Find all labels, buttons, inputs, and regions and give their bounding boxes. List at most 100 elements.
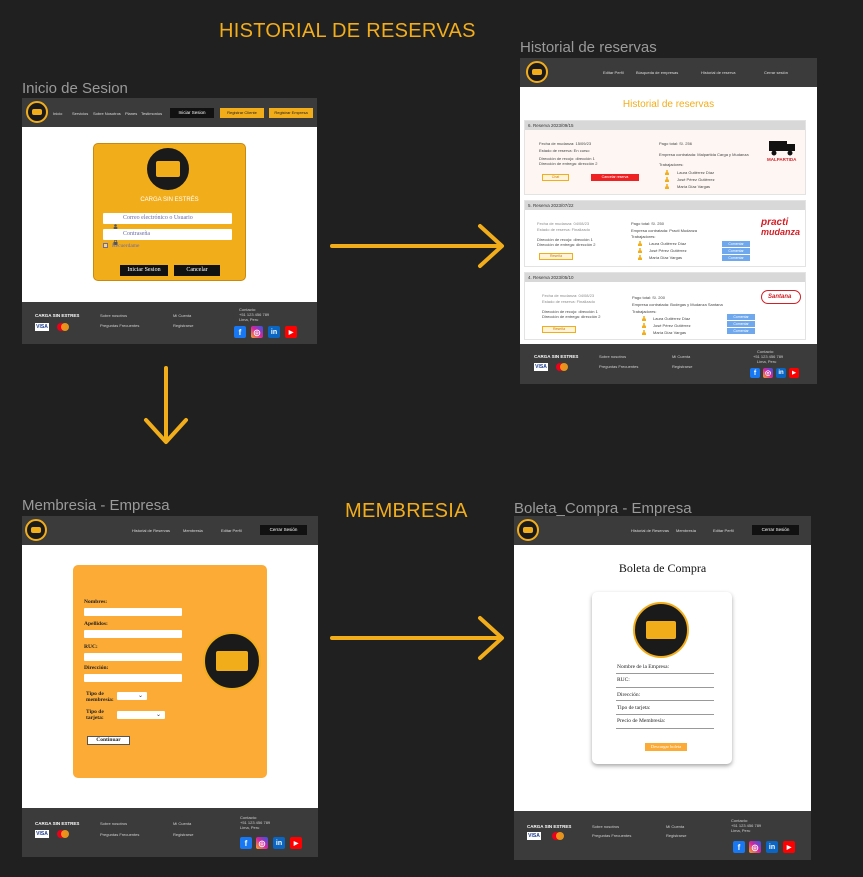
nav-membresia[interactable]: Membresía — [676, 528, 696, 533]
footer-register-link[interactable]: Registrarse — [666, 833, 686, 838]
password-field[interactable]: Contraseña — [103, 229, 232, 245]
nav-editar-perfil[interactable]: Editar Perfil — [221, 528, 242, 533]
instagram-icon[interactable]: ◎ — [749, 841, 761, 853]
continuar-button[interactable]: Continuar — [87, 736, 130, 745]
fecha-mudanza: Fecha de mudanza: 04/08/23 — [537, 221, 590, 226]
registrar-cliente-button[interactable]: Registrar Cliente — [220, 108, 264, 118]
footer-faq-link[interactable]: Preguntas Frecuentes — [100, 323, 139, 328]
linkedin-icon[interactable]: in — [776, 368, 786, 378]
footer-faq-link[interactable]: Preguntas Frecuentes — [100, 832, 139, 837]
logout-button[interactable]: Cerrar Sesión — [752, 525, 799, 535]
chevron-down-icon: ⌄ — [156, 712, 162, 718]
youtube-icon[interactable]: ▶ — [285, 326, 297, 338]
youtube-icon[interactable]: ▶ — [290, 837, 302, 849]
descargar-boleta-button[interactable]: Descargar boleta — [645, 743, 687, 751]
nav-servicios[interactable]: Servicios — [72, 111, 88, 116]
footer-about-link[interactable]: Sobre nosotros — [599, 354, 626, 359]
footer-register-link[interactable]: Registrarse — [173, 323, 193, 328]
linkedin-icon[interactable]: in — [766, 841, 778, 853]
nav-planes[interactable]: Planes — [125, 111, 137, 116]
ruc-value — [616, 687, 714, 688]
footer-register-link[interactable]: Registrarse — [672, 364, 692, 369]
password-placeholder: Contraseña — [123, 231, 150, 237]
remember-checkbox[interactable] — [103, 243, 108, 248]
linkedin-icon[interactable]: in — [268, 326, 280, 338]
brand-logo[interactable] — [517, 519, 539, 541]
comentar-button[interactable]: Comentar — [722, 241, 750, 247]
tipo-tarjeta-select[interactable]: ⌄ — [117, 711, 165, 719]
facebook-icon[interactable]: f — [234, 326, 246, 338]
section-title-membresia: MEMBRESIA — [345, 500, 468, 522]
facebook-icon[interactable]: f — [733, 841, 745, 853]
footer-brand: CARGA SIN ESTRES — [527, 824, 572, 829]
tipo-membresia-select[interactable]: ⌄ — [117, 692, 147, 700]
nav-historial[interactable]: Historial de reserva — [701, 70, 735, 75]
nombres-input[interactable] — [84, 608, 182, 616]
nav-membresia[interactable]: Membresia — [183, 528, 203, 533]
brand-logo[interactable] — [526, 61, 548, 83]
youtube-icon[interactable]: ▶ — [783, 841, 795, 853]
cancel-button[interactable]: Cancelar — [174, 265, 220, 276]
resena-button[interactable]: Reseña — [539, 253, 573, 260]
nav-cerrar-sesion[interactable]: Cerrar sesión — [764, 70, 788, 75]
facebook-icon[interactable]: f — [750, 368, 760, 378]
membresia-card: Nombres: Apellidos: RUC: Dirección: Tipo… — [73, 565, 267, 778]
brand-logo[interactable] — [25, 519, 47, 541]
comentar-button[interactable]: Comentar — [727, 321, 755, 327]
ruc-label: RUC: — [617, 677, 630, 683]
nav-testimonios[interactable]: Testimonios — [141, 111, 162, 116]
footer-about-link[interactable]: Sobre nosotros — [592, 824, 619, 829]
footer-account-link[interactable]: Mi Cuenta — [666, 824, 684, 829]
comentar-button[interactable]: Comentar — [722, 255, 750, 261]
nav-historial[interactable]: Historial de Reservas — [631, 528, 669, 533]
cancelar-reserva-button[interactable]: Cancelar reserva — [591, 174, 639, 181]
nav-inicio[interactable]: Inicio — [53, 111, 62, 116]
direccion-input[interactable] — [84, 674, 182, 682]
visa-icon: VISA — [527, 832, 541, 840]
nav-historial[interactable]: Historial de Reservas — [132, 528, 170, 533]
login-button[interactable]: Iniciar Sesion — [120, 265, 168, 276]
user-field[interactable]: Correo electrónico o Usuario — [103, 213, 232, 229]
nav-sobre-nosotros[interactable]: Sobre Nosotros — [93, 111, 121, 116]
footer-account-link[interactable]: Mi Cuenta — [672, 354, 690, 359]
brand-name: CARGA SIN ESTRÉS — [140, 197, 199, 203]
frame-label-login: Inicio de Sesion — [22, 80, 128, 97]
instagram-icon[interactable]: ◎ — [256, 837, 268, 849]
footer-account-link[interactable]: Mi Cuenta — [173, 313, 191, 318]
nav-editar-perfil[interactable]: Editar Perfil — [603, 70, 624, 75]
registrar-empresa-button[interactable]: Registrar Empresa — [269, 108, 313, 118]
historial-frame: Editar Perfil Búsqueda de empresas Histo… — [520, 58, 817, 384]
footer-about-link[interactable]: Sobre nosotros — [100, 313, 127, 318]
brand-logo[interactable] — [26, 101, 48, 123]
footer-register-link[interactable]: Registrarse — [173, 832, 193, 837]
footer-faq-link[interactable]: Preguntas Frecuentes — [592, 833, 631, 838]
ruc-input[interactable] — [84, 653, 182, 661]
navbar: Historial de Reservas Membresia Editar P… — [22, 516, 318, 545]
comentar-button[interactable]: Comentar — [727, 314, 755, 320]
instagram-icon[interactable]: ◎ — [251, 326, 263, 338]
reserva-card: 4. Reserva 2023/05/10 Fecha de mudanza: … — [524, 272, 806, 340]
nav-busqueda-empresas[interactable]: Búsqueda de empresas — [636, 70, 678, 75]
footer-about-link[interactable]: Sobre nosotros — [100, 821, 127, 826]
iniciar-sesion-nav-button[interactable]: Iniciar Sesion — [170, 108, 214, 118]
tipo-tarjeta-label: Tipo de tarjeta: — [86, 709, 104, 721]
resena-button[interactable]: Reseña — [542, 326, 576, 333]
footer-account-link[interactable]: Mi Cuenta — [173, 821, 191, 826]
facebook-icon[interactable]: f — [240, 837, 252, 849]
youtube-icon[interactable]: ▶ — [789, 368, 799, 378]
navbar: Inicio Servicios Sobre Nosotros Planes T… — [22, 98, 317, 127]
malpartida-logo: MALPARTIDA — [767, 157, 797, 162]
linkedin-icon[interactable]: in — [273, 837, 285, 849]
comentar-button[interactable]: Comentar — [722, 248, 750, 254]
person-icon — [638, 248, 642, 253]
chat-button[interactable]: Chat — [542, 174, 569, 181]
nav-editar-perfil[interactable]: Editar Perfil — [713, 528, 734, 533]
boleta-card: Nombre de la Empresa: RUC: Dirección: Ti… — [592, 592, 732, 764]
footer-faq-link[interactable]: Preguntas Frecuentes — [599, 364, 638, 369]
chevron-down-icon: ⌄ — [138, 693, 144, 699]
comentar-button[interactable]: Comentar — [727, 328, 755, 334]
footer-city: Lima, Peru — [239, 317, 259, 322]
logout-button[interactable]: Cerrar Sesión — [260, 525, 307, 535]
apellidos-input[interactable] — [84, 630, 182, 638]
instagram-icon[interactable]: ◎ — [763, 368, 773, 378]
